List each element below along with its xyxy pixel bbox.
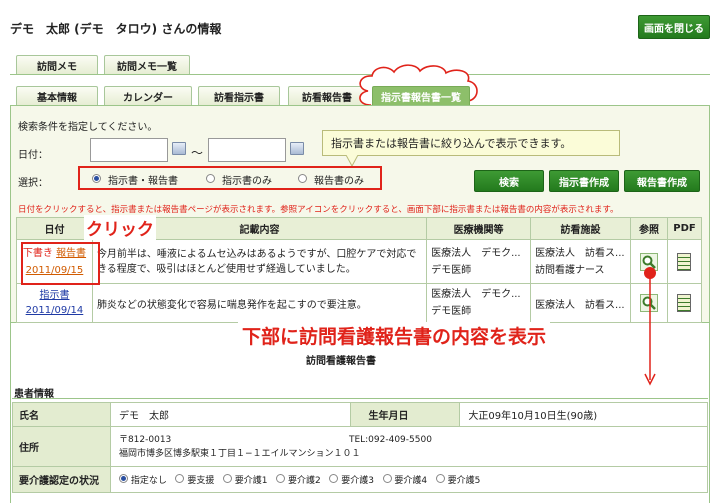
radio-instruction-only-label: 指示書のみ bbox=[222, 176, 272, 187]
care-option-label: 要介護1 bbox=[234, 476, 268, 486]
care-option-label: 要介護3 bbox=[341, 476, 374, 486]
care-option-label: 要介護2 bbox=[288, 476, 321, 486]
col-header-date: 日付 bbox=[16, 217, 93, 240]
dob-value: 大正09年10月10日生(90歳) bbox=[459, 402, 708, 427]
care-option-label: 指定なし bbox=[130, 476, 167, 486]
calendar-icon[interactable] bbox=[172, 142, 186, 155]
institution-name: 医療法人 デモク... bbox=[431, 289, 521, 300]
page-title: デモ 太郎 (デモ タロウ) さんの情報 bbox=[10, 22, 222, 36]
postal-code: 〒812-0013 bbox=[118, 434, 172, 445]
report-title: 訪問看護報告書 bbox=[306, 356, 376, 367]
radio-both-label: 指示書・報告書 bbox=[108, 176, 178, 187]
row-pdf-cell bbox=[666, 239, 703, 284]
doctor-name: デモ医師 bbox=[431, 306, 472, 317]
date-label: 日付： bbox=[18, 150, 48, 161]
tab-instruction-report-list[interactable]: 指示書報告書一覧 bbox=[372, 86, 470, 105]
care-level-options: 指定なし 要支援 要介護1 要介護2 要介護3 要介護4 要介護5 bbox=[109, 466, 709, 493]
care-radio-level3[interactable] bbox=[329, 474, 339, 483]
tab-calendar[interactable]: カレンダー bbox=[104, 86, 192, 105]
search-hint: 検索条件を指定してください。 bbox=[18, 122, 158, 133]
calendar-icon[interactable] bbox=[290, 142, 304, 155]
care-radio-level4[interactable] bbox=[382, 474, 392, 483]
table-row: 指示書 2011/09/14 肺炎などの状態変化で容易に喘息発作を起こすので要注… bbox=[16, 283, 703, 323]
care-radio-none[interactable] bbox=[118, 474, 128, 483]
radio-instruction-only[interactable] bbox=[206, 174, 215, 183]
pdf-document-icon[interactable] bbox=[677, 294, 692, 312]
name-value: デモ 太郎 bbox=[109, 402, 351, 427]
phone-number: TEL:092-409-5500 bbox=[348, 434, 432, 445]
row-content: 今月前半は、唾液によるムセ込みはあるようですが、口腔ケアで対応できる程度で、吸引… bbox=[91, 239, 428, 284]
tab-basic-info[interactable]: 基本情報 bbox=[16, 86, 98, 105]
care-option-label: 要支援 bbox=[187, 476, 215, 486]
row-facility: 医療法人 訪看ス... 訪問看護ナース bbox=[530, 239, 632, 284]
date-to-input[interactable] bbox=[208, 138, 286, 162]
care-radio-level1[interactable] bbox=[222, 474, 232, 483]
date-from-input[interactable] bbox=[90, 138, 168, 162]
dob-label: 生年月日 bbox=[349, 402, 461, 427]
address-value: 福岡市博多区博多駅東１丁目１−１エイルマンション１０１ bbox=[118, 448, 361, 459]
tab-instruction[interactable]: 訪看指示書 bbox=[198, 86, 280, 105]
facility-name: 医療法人 訪看ス... bbox=[535, 247, 625, 259]
care-radio-level5[interactable] bbox=[435, 474, 445, 483]
close-button[interactable]: 画面を閉じる bbox=[638, 15, 710, 39]
pdf-document-icon[interactable] bbox=[677, 252, 692, 271]
instruction-type-link[interactable]: 指示書 bbox=[39, 290, 69, 301]
doctor-name: デモ医師 bbox=[431, 264, 472, 276]
create-report-button[interactable]: 報告書作成 bbox=[624, 170, 700, 192]
tab-visit-memo[interactable]: 訪問メモ bbox=[16, 55, 98, 74]
usage-note: 日付をクリックすると、指示書または報告書ページが表示されます。参照アイコンをクリ… bbox=[18, 205, 619, 215]
address-cell: 〒812-0013 TEL:092-409-5500 福岡市博多区博多駅東１丁目１… bbox=[109, 426, 709, 467]
row-date-cell: 指示書 2011/09/14 bbox=[16, 283, 93, 323]
search-button[interactable]: 検索 bbox=[474, 170, 544, 192]
nurse-name: 訪問看護ナース bbox=[535, 264, 605, 276]
row-facility: 医療法人 訪看ス... bbox=[530, 283, 632, 323]
care-radio-level2[interactable] bbox=[276, 474, 286, 483]
care-level-label: 要介護認定の状況 bbox=[12, 466, 111, 493]
date-cell-highlight bbox=[21, 242, 100, 285]
institution-name: 医療法人 デモク... bbox=[431, 247, 521, 259]
instruction-date-link[interactable]: 2011/09/14 bbox=[26, 305, 84, 316]
address-label: 住所 bbox=[12, 426, 111, 467]
filter-tooltip: 指示書または報告書に絞り込んで表示できます。 bbox=[322, 130, 620, 156]
radio-report-only[interactable] bbox=[298, 174, 307, 183]
row-pdf-cell bbox=[666, 283, 703, 323]
table-row: 下書き 報告書 2011/09/15 今月前半は、唾液によるムセ込みはあるようで… bbox=[16, 239, 703, 284]
col-header-facility: 訪看施設 bbox=[530, 217, 632, 240]
col-header-pdf: PDF bbox=[666, 217, 703, 240]
date-range-tilde: 〜 bbox=[191, 146, 204, 160]
select-label: 選択： bbox=[18, 178, 48, 189]
radio-report-only-label: 報告書のみ bbox=[314, 176, 364, 187]
row-institution: 医療法人 デモク... デモ医師 bbox=[426, 283, 532, 323]
col-header-reference: 参照 bbox=[630, 217, 668, 240]
care-option-label: 要介護5 bbox=[447, 476, 481, 486]
click-callout: クリック bbox=[84, 215, 156, 240]
care-radio-support[interactable] bbox=[175, 474, 185, 483]
row-content: 肺炎などの状態変化で容易に喘息発作を起こすので要注意。 bbox=[91, 283, 428, 323]
patient-info-table: 氏名 デモ 太郎 生年月日 大正09年10月10日生(90歳) 住所 〒812-… bbox=[12, 402, 709, 493]
create-instruction-button[interactable]: 指示書作成 bbox=[549, 170, 619, 192]
col-header-institution: 医療機関等 bbox=[426, 217, 532, 240]
annotation-banner: 下部に訪問看護報告書の内容を表示 bbox=[238, 322, 551, 349]
radio-both[interactable] bbox=[92, 174, 101, 183]
name-label: 氏名 bbox=[12, 402, 111, 427]
row-institution: 医療法人 デモク... デモ医師 bbox=[426, 239, 532, 284]
tab-visit-memo-list[interactable]: 訪問メモ一覧 bbox=[104, 55, 190, 74]
care-option-label: 要介護4 bbox=[394, 476, 428, 486]
patient-info-divider bbox=[12, 398, 708, 399]
